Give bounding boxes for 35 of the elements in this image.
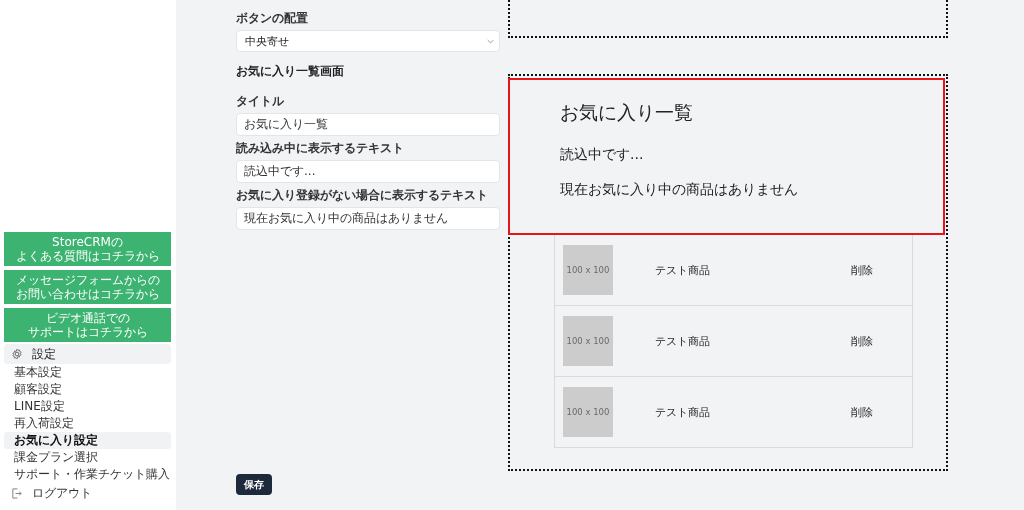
preview-title: お気に入り一覧 <box>560 100 694 125</box>
product-name: テスト商品 <box>655 404 711 420</box>
text-input[interactable]: 現在お気に入り中の商品はありません <box>236 207 500 230</box>
delete-link[interactable]: 削除 <box>851 404 873 420</box>
sidebar-item[interactable]: お気に入り設定 <box>4 432 171 449</box>
settings-icon <box>11 348 23 360</box>
image-size-label: 100 x 100 <box>566 265 610 275</box>
field-label: ボタンの配置 <box>236 10 309 27</box>
delete-link[interactable]: 削除 <box>851 262 873 278</box>
loading-text: 読込中です... <box>560 146 645 164</box>
image-size-label: 100 x 100 <box>566 336 610 346</box>
product-name: テスト商品 <box>655 262 711 278</box>
sidebar-item[interactable]: LINE設定 <box>4 398 171 415</box>
settings-label: 設定 <box>32 345 56 363</box>
text-input[interactable]: お気に入り一覧 <box>236 113 500 136</box>
sidebar-item[interactable]: 再入荷設定 <box>4 415 171 432</box>
chevron-icon <box>487 38 494 44</box>
field-label: タイトル <box>236 93 285 110</box>
logout-icon <box>11 488 22 499</box>
product-name: テスト商品 <box>655 333 711 349</box>
sidebar-item[interactable]: 課金プラン選択 <box>4 449 171 466</box>
sidebar-item[interactable]: 基本設定 <box>4 364 171 381</box>
field-label: 読み込み中に表示するテキスト <box>236 140 405 157</box>
delete-link[interactable]: 削除 <box>851 333 873 349</box>
image-size-label: 100 x 100 <box>566 407 610 417</box>
save-button[interactable]: 保存 <box>236 474 272 495</box>
logout-link[interactable]: ログアウト <box>4 485 171 502</box>
sidebar-item[interactable]: サポート・作業チケット購入 <box>4 466 171 483</box>
empty-message: 現在お気に入り中の商品はありません <box>560 181 799 199</box>
field-label: お気に入り登録がない場合に表示するテキスト <box>236 187 489 204</box>
settings-menu-header[interactable]: 設定 <box>4 344 171 364</box>
alignment-dropdown[interactable]: 中央寄せ <box>236 30 500 52</box>
sidebar-item[interactable]: 顧客設定 <box>4 381 171 398</box>
text-input[interactable]: 読込中です... <box>236 160 500 183</box>
section-heading: お気に入り一覧画面 <box>236 64 345 79</box>
